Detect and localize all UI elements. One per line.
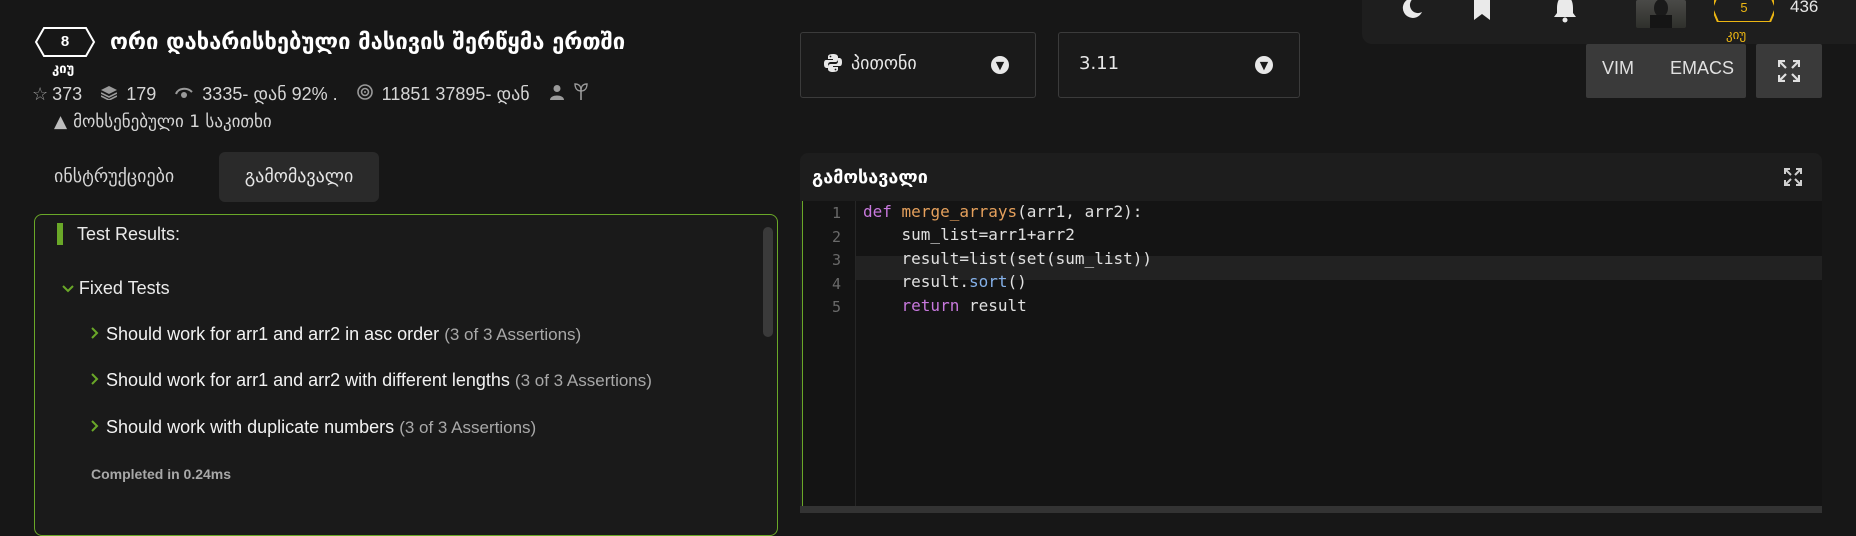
kata-stats: ☆ 373 179 3335- დან 92% . 11851 37895- და… — [32, 82, 606, 105]
fixed-tests-group[interactable]: Fixed Tests — [61, 278, 170, 299]
author-stat[interactable] — [549, 82, 592, 105]
code-line[interactable]: result=list(set(sum_list)) — [863, 249, 1152, 268]
test-results-panel: Test Results: Fixed Tests Should work fo… — [34, 214, 778, 536]
chevron-right-icon — [89, 370, 101, 390]
line-gutter — [803, 201, 856, 513]
line-number: 1 — [831, 204, 841, 222]
code-line[interactable]: result.sort() — [863, 272, 1027, 291]
test-assertions: (3 of 3 Assertions) — [514, 371, 652, 390]
issues-reported[interactable]: ▲ მოხსენებული 1 საკითხი — [54, 112, 272, 132]
kyu-number: 8 — [60, 33, 70, 50]
test-name: Should work for arr1 and arr2 in asc ord… — [106, 324, 440, 344]
vim-button[interactable]: VIM — [1602, 58, 1634, 79]
code-editor[interactable]: 1 2 3 4 5 def merge_arrays(arr1, arr2): … — [802, 201, 1822, 513]
code-line[interactable]: sum_list=arr1+arr2 — [863, 225, 1075, 244]
test-name: Should work for arr1 and arr2 with diffe… — [106, 370, 510, 390]
kyu-badge: 8 — [34, 26, 96, 58]
test-assertions: (3 of 3 Assertions) — [444, 325, 582, 344]
expand-icon — [1777, 59, 1801, 86]
language-value: პითონი — [851, 53, 917, 74]
results-scrollbar[interactable] — [763, 227, 773, 337]
sprout-icon — [574, 83, 588, 104]
bookmark-icon[interactable] — [1472, 0, 1492, 26]
completions-stat[interactable]: 11851 37895- დან — [356, 84, 530, 105]
code-line[interactable]: def merge_arrays(arr1, arr2): — [863, 202, 1142, 221]
test-name: Should work with duplicate numbers — [106, 417, 395, 437]
version-value: 3.11 — [1079, 53, 1120, 74]
issues-label: მოხსენებული 1 საკითხი — [73, 112, 272, 132]
warning-icon: ▲ — [54, 112, 68, 132]
results-accent-bar — [57, 223, 63, 245]
user-icon — [549, 84, 570, 104]
kyu-label: კიუ — [52, 62, 75, 77]
star-icon: ☆ — [32, 84, 49, 104]
line-number: 5 — [831, 298, 841, 316]
line-number: 2 — [831, 228, 841, 246]
layers-icon — [100, 84, 122, 104]
results-title: Test Results: — [77, 224, 181, 244]
editor-horizontal-scrollbar[interactable] — [800, 506, 1822, 513]
code-line[interactable]: return result — [863, 296, 1027, 315]
target-icon — [356, 84, 378, 104]
solution-title: გამოსავალი — [812, 167, 928, 188]
fixed-tests-label: Fixed Tests — [78, 278, 170, 298]
chevron-right-icon — [89, 417, 101, 437]
chevron-right-icon — [89, 324, 101, 344]
stars-count: 373 — [52, 84, 83, 104]
editor-mode-group: VIM EMACS — [1586, 44, 1746, 98]
satisfaction-value: 3335- დან 92% . — [202, 84, 338, 104]
line-number: 4 — [831, 275, 841, 293]
fullscreen-button[interactable] — [1756, 44, 1822, 98]
emacs-button[interactable]: EMACS — [1670, 58, 1734, 79]
chevron-down-icon: ▼ — [1255, 56, 1273, 74]
test-row[interactable]: Should work with duplicate numbers (3 of… — [89, 417, 536, 438]
honor-count: 436 — [1790, 0, 1819, 16]
tab-output[interactable]: გამომავალი — [219, 152, 379, 202]
language-select[interactable]: პითონი ▼ — [800, 32, 1036, 98]
completions-value: 11851 37895- დან — [381, 84, 530, 104]
version-select[interactable]: 3.11 ▼ — [1058, 32, 1300, 98]
rank-badge[interactable]: 5 — [1710, 0, 1778, 23]
test-row[interactable]: Should work for arr1 and arr2 with diffe… — [89, 370, 652, 391]
chevron-down-icon — [61, 281, 79, 297]
stars-stat[interactable]: ☆ 373 — [32, 84, 82, 105]
tab-instructions[interactable]: ინსტრუქციები — [34, 152, 194, 202]
kata-title[interactable]: ორი დახარისხებული მასივის შერწყმა ერთში — [110, 30, 625, 55]
collections-count: 179 — [126, 84, 157, 104]
bell-icon[interactable] — [1552, 0, 1578, 28]
line-number: 3 — [831, 251, 841, 269]
completed-time: Completed in 0.24ms — [91, 466, 232, 482]
collections-stat[interactable]: 179 — [100, 84, 157, 105]
expand-icon[interactable] — [1784, 168, 1802, 190]
chevron-down-icon: ▼ — [991, 56, 1009, 74]
rank-number: 5 — [1740, 0, 1748, 15]
rank-label: კიუ — [1726, 28, 1747, 43]
top-header-bar: 5 კიუ 436 — [1362, 0, 1856, 44]
avatar[interactable] — [1636, 0, 1686, 28]
solution-panel: გამოსავალი 1 2 3 4 5 def merge_arrays(ar… — [800, 153, 1822, 513]
test-row[interactable]: Should work for arr1 and arr2 in asc ord… — [89, 324, 581, 345]
satisfaction-stat[interactable]: 3335- დან 92% . — [175, 84, 338, 105]
python-icon — [823, 53, 843, 73]
moon-icon[interactable] — [1400, 0, 1424, 24]
test-assertions: (3 of 3 Assertions) — [399, 418, 537, 437]
thumbs-icon — [175, 84, 198, 104]
